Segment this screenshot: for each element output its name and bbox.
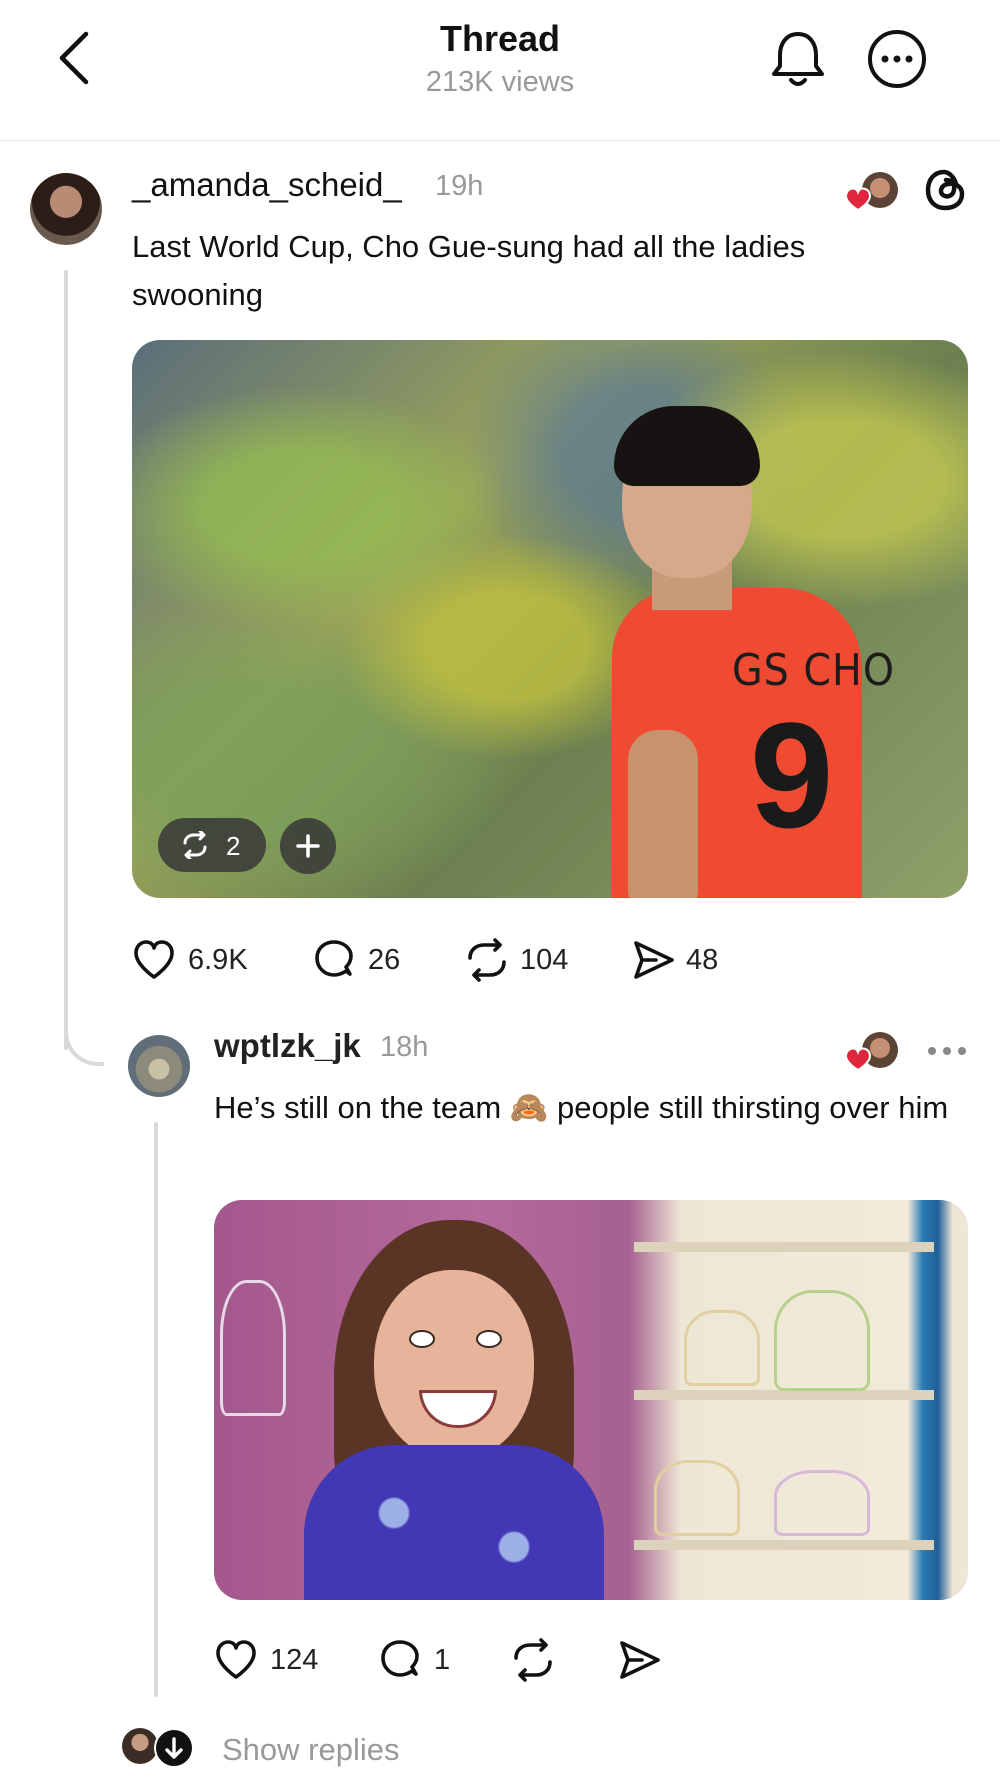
post-text-part: He’s still on the team [214, 1090, 502, 1125]
jersey-number: 9 [750, 691, 834, 859]
shelf [634, 1242, 934, 1252]
add-button[interactable] [280, 818, 336, 874]
see-no-evil-monkey-emoji: 🙈 [509, 1090, 549, 1125]
repost-button[interactable]: 104 [464, 938, 594, 986]
post-options-button[interactable] [924, 1036, 970, 1066]
thread-line [154, 1122, 158, 1697]
liked-by-avatars[interactable] [842, 170, 904, 214]
heart-icon [134, 940, 174, 979]
post-time: 19h [435, 170, 484, 202]
like-count: 124 [270, 1644, 319, 1676]
like-count: 6.9K [188, 944, 248, 976]
arrow-down-icon [165, 1737, 183, 1759]
repost-icon [183, 831, 207, 859]
post-image[interactable] [214, 1200, 968, 1600]
post-time: 18h [380, 1031, 429, 1063]
bell-icon [772, 32, 824, 86]
more-options-button[interactable] [866, 28, 928, 90]
share-count: 48 [686, 944, 719, 976]
thread-line-curve [64, 1010, 104, 1066]
girl-shirt [304, 1445, 604, 1600]
send-icon [620, 1641, 660, 1679]
liked-by-avatars[interactable] [842, 1030, 904, 1074]
girl-eye [476, 1330, 502, 1348]
repost-button[interactable] [510, 1638, 560, 1686]
post-username[interactable]: _amanda_scheid_ [132, 166, 402, 204]
heart-icon [216, 1640, 256, 1679]
share-button[interactable]: 48 [630, 938, 740, 986]
heart-icon [844, 1047, 872, 1072]
crown [654, 1460, 740, 1536]
shelf [634, 1390, 934, 1400]
notifications-button[interactable] [768, 28, 828, 90]
image-repost-pill[interactable]: 2 [158, 818, 266, 872]
thread-line [64, 270, 68, 1050]
shelf [634, 1540, 934, 1550]
player-arm [628, 730, 698, 898]
send-icon [634, 941, 674, 979]
repost-icon [468, 938, 506, 982]
more-horizontal-icon [928, 1047, 966, 1055]
repost-icon [514, 1638, 552, 1682]
more-horizontal-icon [868, 30, 926, 88]
player-hair [614, 406, 760, 486]
crown [774, 1290, 870, 1391]
comment-icon [381, 1640, 419, 1677]
page-title: Thread [439, 18, 561, 59]
avatar[interactable] [30, 173, 102, 245]
reply-count: 26 [368, 944, 401, 976]
girl-face [374, 1270, 534, 1460]
plus-icon [296, 834, 320, 858]
post-text: Last World Cup, Cho Gue-sung had all the… [132, 229, 806, 312]
reply-count: 1 [434, 1644, 451, 1676]
crown [220, 1280, 286, 1416]
crown [774, 1470, 870, 1536]
post-text: He’s still on the team 🙈 people still th… [214, 1084, 974, 1132]
comment-icon [315, 940, 353, 977]
repost-count: 104 [520, 944, 569, 976]
show-replies-link[interactable]: Show replies [222, 1732, 399, 1768]
girl-eye [409, 1330, 435, 1348]
post-text-part: people still thirsting over him [557, 1090, 949, 1125]
post-image[interactable]: GS CHO 9 2 [132, 340, 968, 898]
threads-logo-icon [922, 166, 970, 214]
view-count: 213K views [425, 66, 575, 98]
avatar[interactable] [128, 1035, 190, 1097]
post-username[interactable]: wptlzk_jk [214, 1027, 361, 1065]
expand-replies-button[interactable] [154, 1728, 194, 1768]
reply-button[interactable]: 1 [378, 1638, 458, 1686]
crown [684, 1310, 760, 1386]
like-button[interactable]: 6.9K [132, 938, 262, 986]
like-button[interactable]: 124 [214, 1638, 324, 1686]
heart-icon [844, 187, 872, 212]
image-repost-count: 2 [226, 831, 241, 861]
reply-button[interactable]: 26 [312, 938, 422, 986]
thread-header: Thread 213K views [0, 0, 1000, 141]
avatar [122, 1728, 158, 1764]
jersey-name: GS CHO [732, 645, 895, 696]
share-button[interactable] [616, 1638, 666, 1686]
